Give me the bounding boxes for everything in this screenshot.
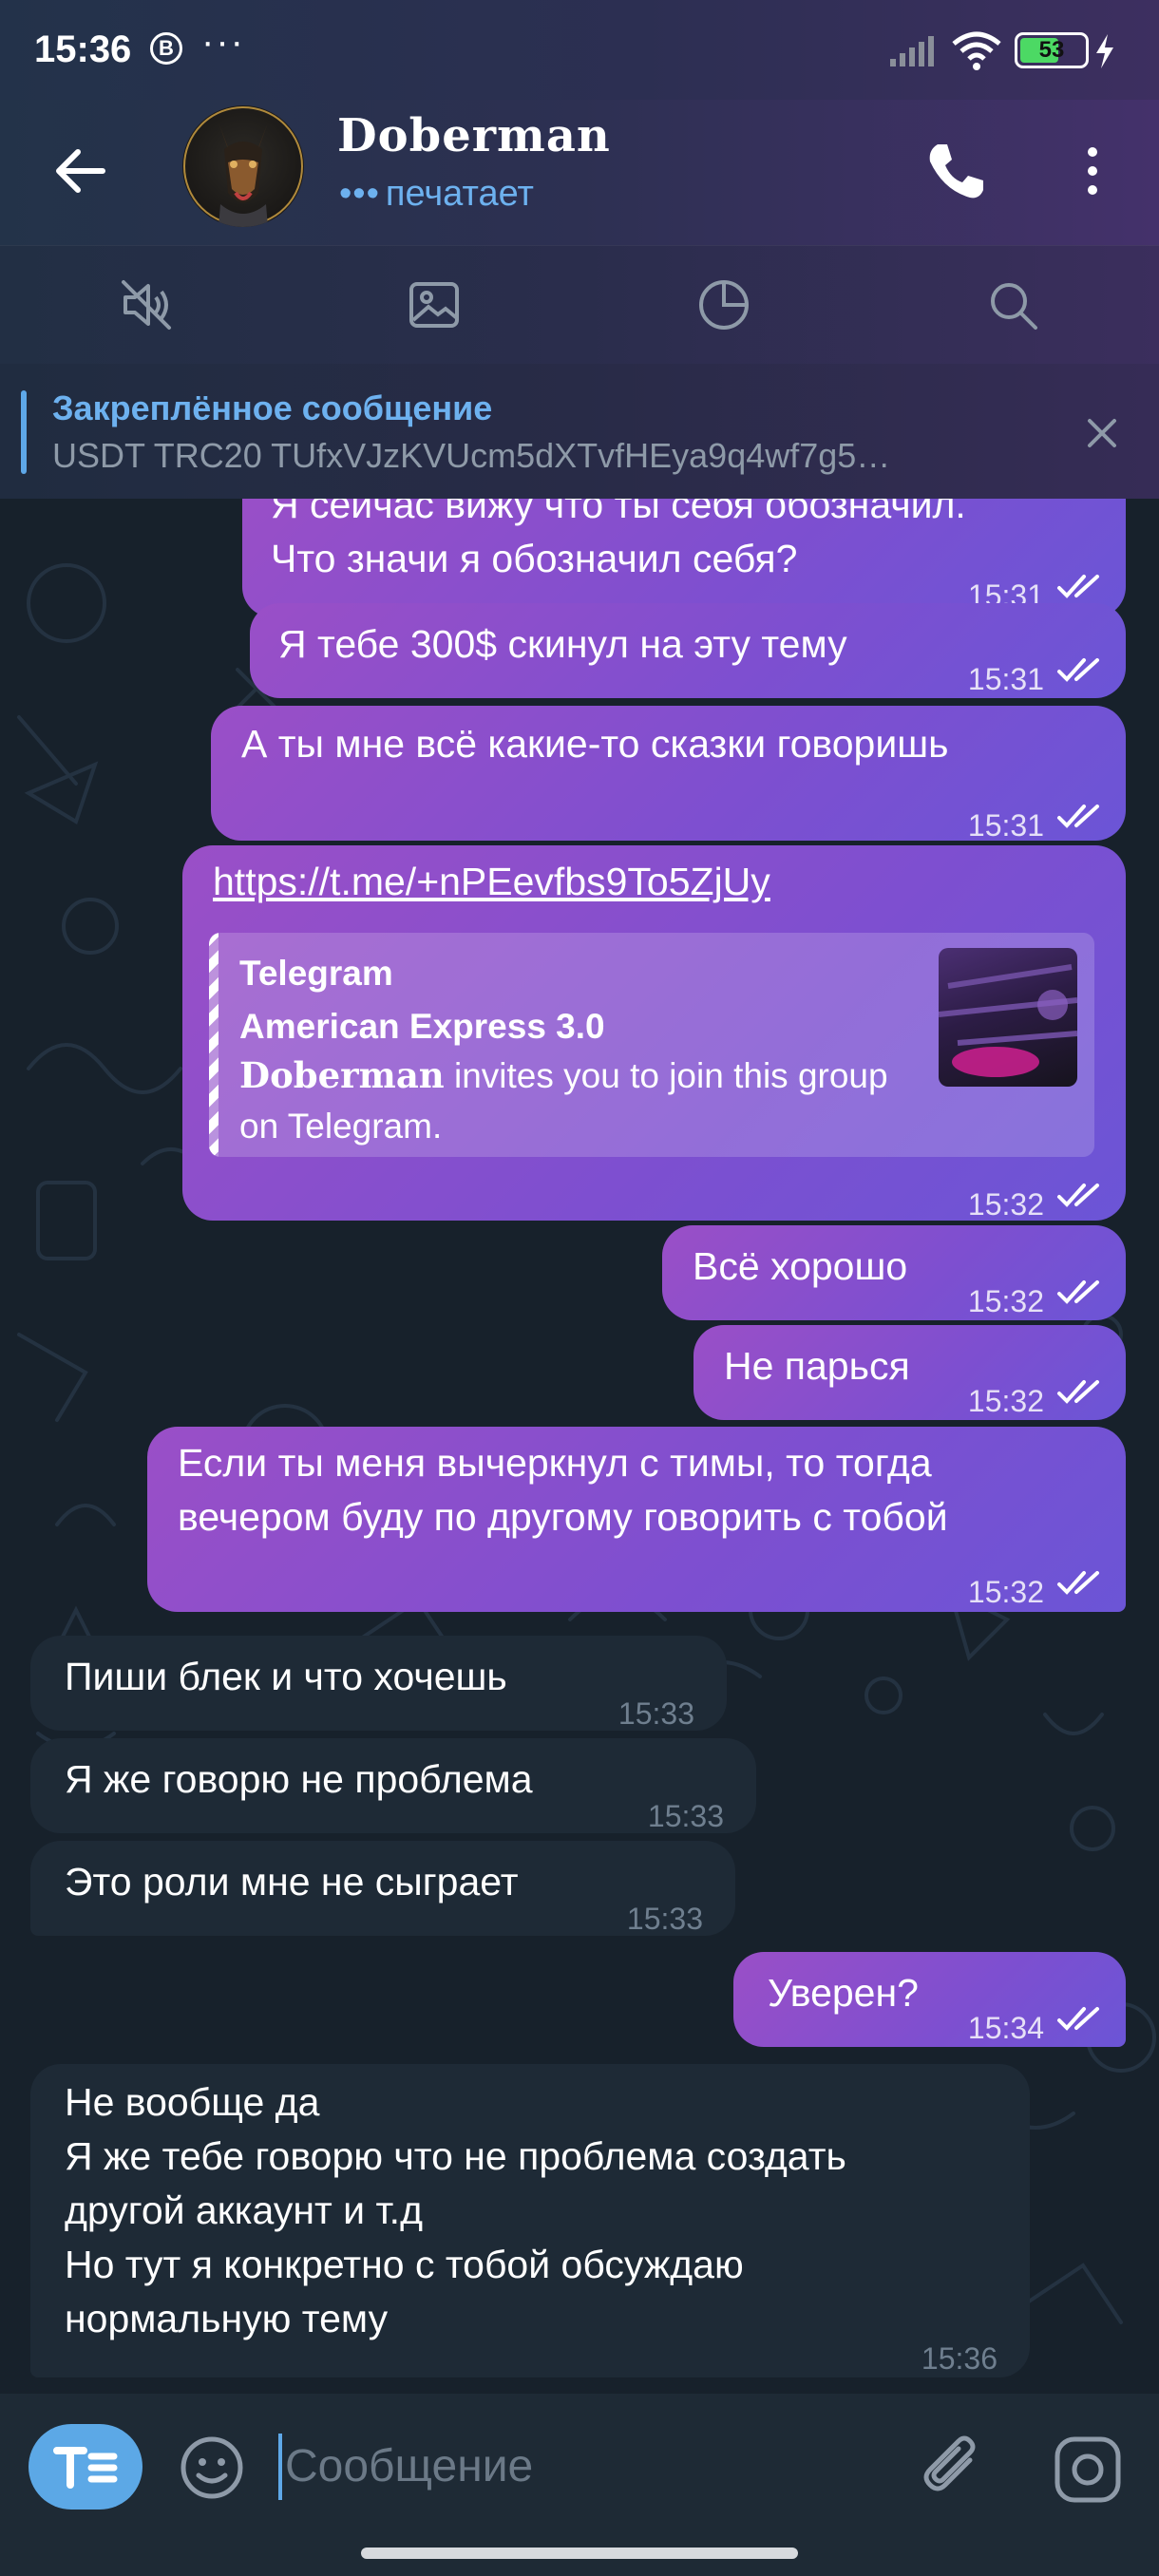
home-indicator[interactable]: [361, 2548, 798, 2559]
read-checkmarks-icon: [1057, 1380, 1099, 1404]
pinned-text: USDT TRC20 TUfxVJzKVUcm5dXTvfHEya9q4wf7g…: [52, 436, 891, 475]
chat-header: Doberman ••• печатает: [0, 100, 1159, 245]
message-text: Я же говорю не проблема: [65, 1757, 533, 1801]
outgoing-message[interactable]: А ты мне всё какие-то сказки говоришь 15…: [211, 706, 1126, 843]
incoming-message[interactable]: Не вообще да Я же тебе говорю что не про…: [30, 2064, 1030, 2377]
invite-link[interactable]: https://t.me/+nPEevfbs9To5ZjUy: [213, 855, 1095, 909]
message-list[interactable]: Я сейчас вижу что ты себя обозначил. Что…: [0, 499, 1159, 2394]
message-text: Это роли мне не сыграет: [65, 1860, 519, 1904]
message-time: 15:31: [967, 662, 1044, 696]
wifi-icon: [952, 31, 1001, 70]
charging-bolt-icon: [1096, 34, 1113, 68]
typing-status-label: печатает: [385, 174, 534, 214]
outgoing-message[interactable]: Всё хорошо 15:32: [662, 1225, 1126, 1320]
doberman-avatar-icon: [183, 106, 303, 227]
media-gallery-icon[interactable]: [404, 275, 465, 335]
signal-icon: [890, 36, 934, 66]
message-time: 15:33: [647, 1799, 724, 1833]
link-preview[interactable]: Telegram American Express 3.0 Doberman i…: [209, 933, 1094, 1157]
battery-level: 53: [1038, 37, 1065, 63]
incoming-message[interactable]: Я же говорю не проблема 15:33: [30, 1738, 756, 1833]
read-checkmarks-icon: [1057, 2007, 1099, 2031]
read-checkmarks-icon: [1057, 658, 1099, 682]
more-menu-icon[interactable]: [1069, 133, 1116, 209]
pinned-indicator: [21, 390, 27, 474]
message-text: Пиши блек и что хочешь: [65, 1655, 507, 1698]
preview-accent-stripe: [209, 933, 218, 1157]
preview-description: Doberman invites you to join this group …: [239, 1051, 923, 1151]
outgoing-message[interactable]: Уверен? 15:34: [733, 1952, 1126, 2047]
message-composer: [0, 2394, 1159, 2536]
preview-thumbnail: [939, 948, 1077, 1087]
battery-icon: 53: [1015, 32, 1089, 68]
message-time: 15:32: [967, 1187, 1044, 1222]
auto-delete-timer-icon[interactable]: [694, 275, 754, 335]
pinned-message-bar[interactable]: Закреплённое сообщение USDT TRC20 TUfxVJ…: [0, 364, 1159, 499]
message-text: Если ты меня вычеркнул с тимы, то тогда …: [178, 1441, 948, 1539]
message-time: 15:32: [967, 1284, 1044, 1318]
text-cursor: [278, 2434, 282, 2500]
emoji-icon[interactable]: [176, 2432, 248, 2504]
typing-dots-icon: •••: [339, 174, 380, 214]
back-arrow-icon[interactable]: [48, 138, 114, 204]
chat-title[interactable]: Doberman: [337, 109, 611, 162]
camera-icon[interactable]: [1050, 2432, 1126, 2508]
preview-site-name: Telegram: [239, 954, 393, 993]
outgoing-message[interactable]: Не парься 15:32: [694, 1325, 1126, 1420]
notification-badge-icon: B: [150, 32, 182, 65]
read-checkmarks-icon: [1057, 1571, 1099, 1595]
outgoing-link-message[interactable]: https://t.me/+nPEevfbs9To5ZjUy Telegram …: [182, 845, 1126, 1222]
message-time: 15:32: [967, 1575, 1044, 1609]
chat-actions-row: [0, 245, 1159, 364]
preview-title: American Express 3.0: [239, 1007, 605, 1046]
read-checkmarks-icon: [1057, 575, 1099, 598]
avatar[interactable]: [182, 105, 304, 227]
text-format-icon: [53, 2447, 118, 2489]
close-icon[interactable]: [1078, 409, 1126, 457]
status-time: 15:36: [34, 28, 132, 70]
message-time: 15:36: [921, 2341, 998, 2376]
read-checkmarks-icon: [1057, 1184, 1099, 1207]
incoming-message[interactable]: Это роли мне не сыграет 15:33: [30, 1841, 735, 1936]
pinned-title: Закреплённое сообщение: [52, 388, 493, 427]
message-input[interactable]: [285, 2432, 874, 2500]
status-bar: 15:36 B ··· 53: [0, 0, 1159, 100]
preview-brand: Doberman: [239, 1054, 445, 1096]
system-navigation-bar: [0, 2536, 1159, 2576]
message-time: 15:32: [967, 1384, 1044, 1418]
message-text: Не вообще да Я же тебе говорю что не про…: [65, 2080, 846, 2340]
message-time: 15:33: [626, 1902, 703, 1936]
search-icon[interactable]: [982, 275, 1043, 335]
incoming-message[interactable]: Пиши блек и что хочешь 15:33: [30, 1636, 727, 1731]
paperclip-icon[interactable]: [917, 2432, 993, 2508]
typing-status: ••• печатает: [339, 174, 534, 215]
read-checkmarks-icon: [1057, 805, 1099, 828]
message-text: А ты мне всё какие-то сказки говоришь: [241, 722, 949, 766]
outgoing-message[interactable]: Я сейчас вижу что ты себя обозначил. Что…: [242, 499, 1126, 617]
read-checkmarks-icon: [1057, 1280, 1099, 1304]
outgoing-message[interactable]: Если ты меня вычеркнул с тимы, то тогда …: [147, 1427, 1126, 1612]
outgoing-message[interactable]: Я тебе 300$ скинул на эту тему 15:31: [250, 603, 1126, 698]
text-format-button[interactable]: [28, 2424, 142, 2510]
mute-icon[interactable]: [116, 275, 177, 335]
message-time: 15:33: [618, 1696, 694, 1731]
more-notifications-icon: ···: [201, 21, 245, 63]
phone-call-icon[interactable]: [917, 133, 993, 209]
message-time: 15:34: [967, 2011, 1044, 2045]
